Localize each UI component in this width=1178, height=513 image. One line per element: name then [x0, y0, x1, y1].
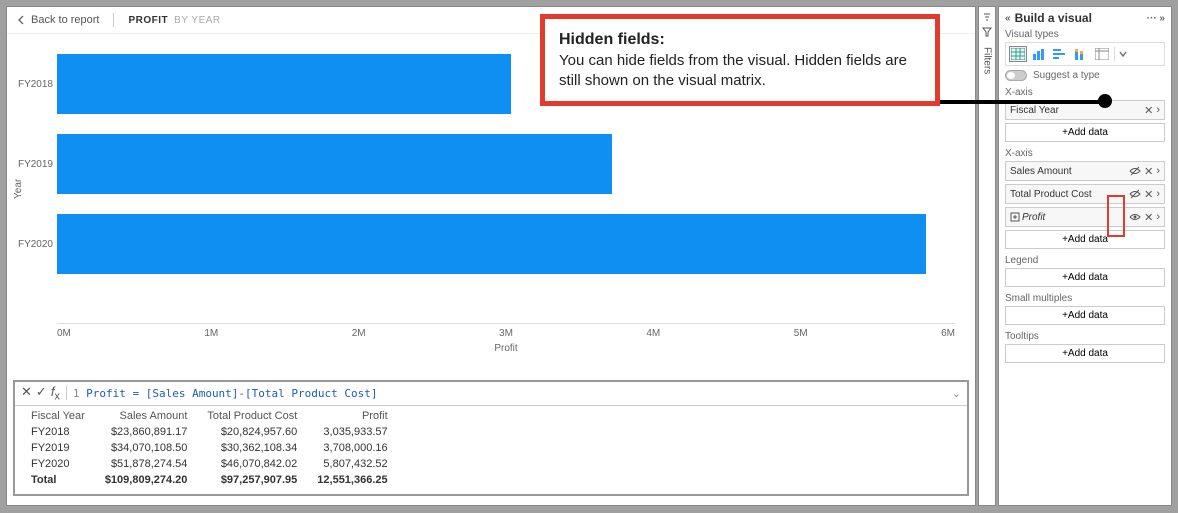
data-table[interactable]: Fiscal YearSales AmountTotal Product Cos…: [21, 408, 398, 488]
pane-more-icon[interactable]: ··· »: [1147, 13, 1165, 24]
visual-types-label: Visual types: [1005, 29, 1165, 40]
callout-title: Hidden fields:: [559, 31, 665, 48]
hide-field-icon[interactable]: [1129, 189, 1141, 199]
category-label: FY2018: [17, 79, 53, 90]
field-pill-total-product-cost[interactable]: Total Product Cost ✕ ›: [1005, 184, 1165, 204]
commit-formula-icon[interactable]: ✓: [36, 384, 47, 403]
expand-filters-icon[interactable]: [982, 13, 992, 21]
breadcrumb-byyear[interactable]: BY YEAR: [174, 15, 221, 26]
field-pill-profit[interactable]: Profit ✕ ›: [1005, 207, 1165, 227]
back-to-report-button[interactable]: Back to report: [17, 14, 99, 26]
bar[interactable]: [57, 134, 612, 194]
formula-expand-icon[interactable]: ⌄: [952, 387, 961, 400]
table-row[interactable]: FY2019$34,070,108.50$30,362,108.343,708,…: [21, 440, 398, 456]
remove-field-icon[interactable]: ✕: [1144, 104, 1153, 117]
filters-label: Filters: [982, 47, 993, 74]
field-well-legend: Legend +Add data: [1005, 255, 1165, 287]
field-well-small-multiples: Small multiples +Add data: [1005, 293, 1165, 325]
x-tick-label: 1M: [204, 328, 218, 339]
category-label: FY2020: [17, 239, 53, 250]
add-data-button[interactable]: +Add data: [1005, 306, 1165, 325]
visual-type-picker: [1005, 42, 1165, 66]
field-pill-sales-amount[interactable]: Sales Amount ✕ ›: [1005, 161, 1165, 181]
add-data-button[interactable]: +Add data: [1005, 230, 1165, 249]
field-menu-icon[interactable]: ›: [1156, 211, 1160, 223]
visual-type-table-icon[interactable]: [1009, 46, 1027, 62]
well-label: Tooltips: [1005, 331, 1165, 342]
visual-type-expand-icon[interactable]: [1114, 46, 1132, 62]
remove-field-icon[interactable]: ✕: [1144, 165, 1153, 178]
chevron-left-icon: [17, 15, 27, 25]
suggest-type-toggle[interactable]: [1005, 70, 1027, 81]
visual-type-bar-icon[interactable]: [1051, 46, 1069, 62]
measure-icon: [1010, 212, 1020, 222]
well-label: Small multiples: [1005, 293, 1165, 304]
add-data-button[interactable]: +Add data: [1005, 344, 1165, 363]
breadcrumb-profit[interactable]: PROFIT: [128, 15, 168, 26]
field-well-xaxis-values: X-axis Sales Amount ✕ › Total Product Co…: [1005, 148, 1165, 249]
back-label: Back to report: [31, 14, 99, 26]
table-row[interactable]: FY2020$51,878,274.54$46,070,842.025,807,…: [21, 456, 398, 472]
annotation-callout: Hidden fields: You can hide fields from …: [540, 14, 940, 106]
bar[interactable]: [57, 214, 926, 274]
x-tick-label: 2M: [352, 328, 366, 339]
cancel-formula-icon[interactable]: ✕: [21, 384, 32, 403]
column-header[interactable]: Fiscal Year: [21, 408, 95, 424]
column-header[interactable]: Profit: [307, 408, 397, 424]
bar-row: FY2020: [57, 204, 955, 284]
visual-type-column-icon[interactable]: [1030, 46, 1048, 62]
show-field-icon[interactable]: [1129, 212, 1141, 222]
column-header[interactable]: Sales Amount: [95, 408, 198, 424]
funnel-icon[interactable]: [982, 27, 992, 37]
suggest-type-label: Suggest a type: [1033, 70, 1100, 81]
remove-field-icon[interactable]: ✕: [1144, 211, 1153, 224]
well-label: X-axis: [1005, 87, 1165, 98]
x-tick-label: 4M: [646, 328, 660, 339]
filters-pane-collapsed[interactable]: Filters: [978, 6, 996, 506]
bar-row: FY2019: [57, 124, 955, 204]
add-data-button[interactable]: +Add data: [1005, 123, 1165, 142]
formula-text: Profit = [Sales Amount]-[Total Product C…: [86, 387, 377, 400]
annotation-connector: [940, 100, 1105, 104]
formula-bar[interactable]: ✕ ✓ fx 1 Profit = [Sales Amount]-[Total …: [15, 382, 967, 406]
table-row[interactable]: FY2018$23,860,891.17$20,824,957.603,035,…: [21, 424, 398, 440]
visual-type-matrix-icon[interactable]: [1093, 46, 1111, 62]
well-label: X-axis: [1005, 148, 1165, 159]
field-menu-icon[interactable]: ›: [1156, 104, 1160, 116]
remove-field-icon[interactable]: ✕: [1144, 188, 1153, 201]
build-visual-pane: « Build a visual ··· » Visual types Sugg…: [998, 6, 1172, 506]
add-data-button[interactable]: +Add data: [1005, 268, 1165, 287]
field-well-tooltips: Tooltips +Add data: [1005, 331, 1165, 363]
hide-field-icon[interactable]: [1129, 166, 1141, 176]
data-view-panel: ✕ ✓ fx 1 Profit = [Sales Amount]-[Total …: [13, 380, 969, 496]
well-label: Legend: [1005, 255, 1165, 266]
visual-type-stacked-icon[interactable]: [1072, 46, 1090, 62]
fx-icon[interactable]: fx: [51, 384, 60, 403]
x-axis-title: Profit: [57, 343, 955, 354]
x-tick-label: 3M: [499, 328, 513, 339]
y-axis-title: Year: [13, 179, 24, 199]
x-tick-label: 6M: [941, 328, 955, 339]
annotation-endpoint: [1098, 94, 1112, 108]
bar[interactable]: [57, 54, 511, 114]
build-pane-title: Build a visual: [1011, 11, 1147, 25]
field-well-xaxis-category: X-axis Fiscal Year ✕ › +Add data: [1005, 87, 1165, 142]
x-tick-label: 5M: [794, 328, 808, 339]
category-label: FY2019: [17, 159, 53, 170]
table-total-row[interactable]: Total$109,809,274.20$97,257,907.9512,551…: [21, 472, 398, 488]
field-menu-icon[interactable]: ›: [1156, 188, 1160, 200]
column-header[interactable]: Total Product Cost: [197, 408, 307, 424]
x-axis-ticks: 0M 1M 2M 3M 4M 5M 6M: [57, 324, 955, 339]
callout-body: You can hide fields from the visual. Hid…: [559, 52, 907, 89]
field-menu-icon[interactable]: ›: [1156, 165, 1160, 177]
formula-line-number: 1: [73, 387, 80, 400]
x-tick-label: 0M: [57, 328, 71, 339]
separator: [113, 13, 114, 27]
